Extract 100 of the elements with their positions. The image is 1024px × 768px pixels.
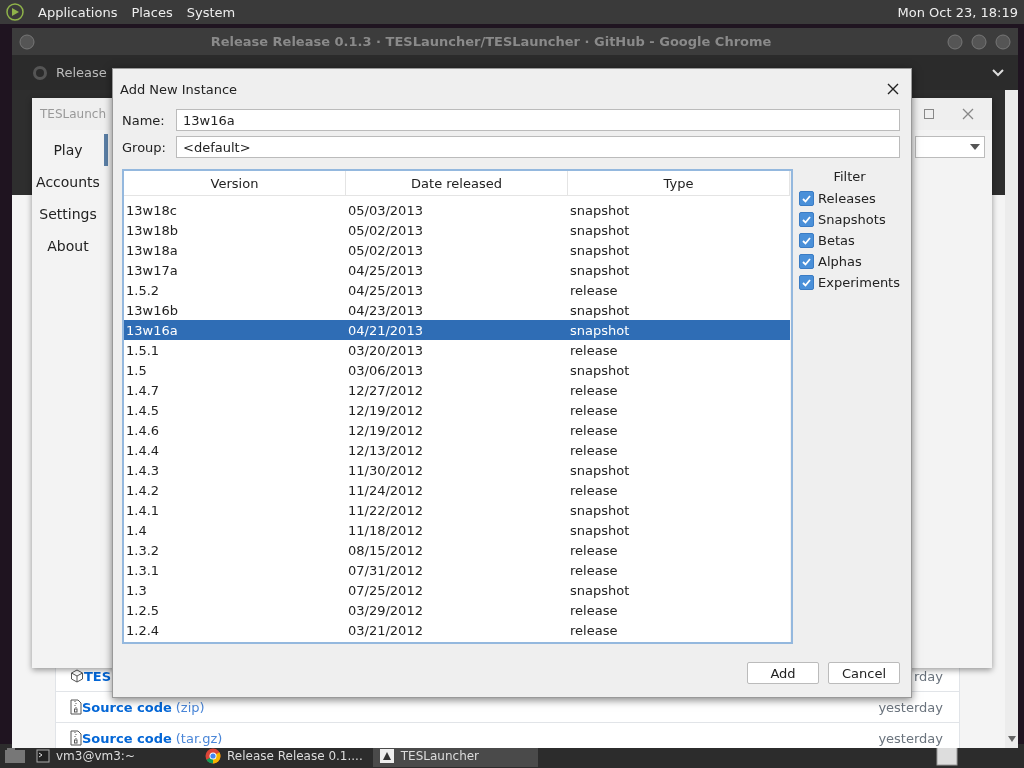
- panel-menu[interactable]: Places: [131, 4, 173, 20]
- table-row[interactable]: 1.2.5 03/29/2012 release: [124, 600, 790, 620]
- table-cell-text: 03/06/2013: [347, 361, 424, 380]
- asset-time: yesterday: [878, 699, 943, 715]
- table-cell-text: 1.4.6: [125, 421, 161, 440]
- table-cell-text: 03/20/2013: [347, 341, 424, 360]
- table-cell-text: release: [569, 481, 619, 500]
- table-row[interactable]: 1.5 03/06/2013 snapshot: [124, 360, 790, 380]
- nav-item[interactable]: Accounts: [32, 166, 108, 198]
- table-cell-text: 13w17a: [125, 261, 179, 280]
- table-cell-text: 13w16a: [125, 321, 179, 340]
- table-cell-text: 07/25/2012: [347, 581, 424, 600]
- nav-item[interactable]: About: [32, 230, 108, 262]
- column-header[interactable]: Version: [124, 171, 346, 195]
- table-cell-text: 1.4.3: [125, 461, 161, 480]
- table-cell-text: 13w18c: [125, 201, 178, 220]
- nav-item[interactable]: Play: [32, 134, 108, 166]
- table-cell-text: 1.3: [125, 581, 148, 600]
- column-header[interactable]: Date released: [346, 171, 568, 195]
- text-field[interactable]: <default>: [176, 136, 900, 158]
- table-row[interactable]: 13w18c 05/03/2013 snapshot: [124, 200, 790, 220]
- table-cell-text: 11/30/2012: [347, 461, 424, 480]
- taskbar-item[interactable]: Release Release 0.1....: [199, 745, 369, 767]
- panel-menu[interactable]: Applications: [38, 4, 118, 20]
- table-row[interactable]: 1.4.3 11/30/2012 snapshot: [124, 460, 790, 480]
- asset-link[interactable]: Source code: [82, 699, 172, 715]
- table-cell-text: 1.4.1: [125, 501, 161, 520]
- taskbar-item[interactable]: vm3@vm3:~: [30, 745, 195, 767]
- table-row[interactable]: 1.4.1 11/22/2012 snapshot: [124, 500, 790, 520]
- table-cell-text: 1.3.2: [125, 541, 161, 560]
- table-cell-text: release: [569, 621, 619, 640]
- table-row[interactable]: 1.4.7 12/27/2012 release: [124, 380, 790, 400]
- table-cell-text: snapshot: [569, 321, 631, 340]
- table-cell-text: 12/19/2012: [347, 421, 424, 440]
- table-cell-text: release: [569, 441, 619, 460]
- table-cell-text: 04/25/2013: [347, 281, 424, 300]
- table-cell-text: snapshot: [569, 221, 631, 240]
- table-cell-text: snapshot: [569, 361, 631, 380]
- table-cell-text: release: [569, 541, 619, 560]
- text-field[interactable]: 13w16a: [176, 109, 900, 131]
- table-row[interactable]: 1.4.5 12/19/2012 release: [124, 400, 790, 420]
- asset-format: (zip): [175, 699, 205, 715]
- table-row[interactable]: 1.4.2 11/24/2012 release: [124, 480, 790, 500]
- table-cell-text: 03/29/2012: [347, 601, 424, 620]
- window-title: Release Release 0.1.3 · TESLauncher/TESLauncher · GitHub - Google Chrome: [209, 34, 773, 49]
- table-row[interactable]: 13w17a 04/25/2013 snapshot: [124, 260, 790, 280]
- filter-title: Filter: [832, 169, 867, 186]
- table-row[interactable]: 1.4.6 12/19/2012 release: [124, 420, 790, 440]
- table-cell-text: release: [569, 281, 619, 300]
- table-row[interactable]: 1.4 11/18/2012 snapshot: [124, 520, 790, 540]
- table-row[interactable]: 1.3.1 07/31/2012 release: [124, 560, 790, 580]
- asset-format: (tar.gz): [175, 730, 223, 746]
- table-row[interactable]: 1.3 07/25/2012 snapshot: [124, 580, 790, 600]
- table-cell-text: release: [569, 421, 619, 440]
- table-cell-text: snapshot: [569, 501, 631, 520]
- table-cell-text: 1.4.4: [125, 441, 161, 460]
- table-row[interactable]: 1.2.4 03/21/2012 release: [124, 620, 790, 640]
- table-cell-text: 12/27/2012: [347, 381, 424, 400]
- table-cell-text: 07/31/2012: [347, 561, 424, 580]
- asset-link[interactable]: Source code: [82, 730, 172, 746]
- table-cell-text: 1.2.4: [125, 621, 161, 640]
- table-cell-text: 1.4.5: [125, 401, 161, 420]
- asset-link[interactable]: TES: [84, 668, 112, 684]
- checkbox-label: Experiments: [818, 275, 900, 290]
- asset-time: yesterday: [878, 730, 943, 746]
- browser-tab[interactable]: Release: [56, 65, 107, 80]
- dialog-button[interactable]: Add: [747, 662, 819, 684]
- table-row[interactable]: 1.5.1 03/20/2013 release: [124, 340, 790, 360]
- table-cell-text: snapshot: [569, 261, 631, 280]
- table-cell-text: 05/02/2013: [347, 221, 424, 240]
- table-cell-text: 04/25/2013: [347, 261, 424, 280]
- table-row[interactable]: 13w18b 05/02/2013 snapshot: [124, 220, 790, 240]
- table-cell-text: 13w18b: [125, 221, 179, 240]
- table-cell-text: 1.4.2: [125, 481, 161, 500]
- checkbox-label: Alphas: [818, 254, 862, 269]
- table-row[interactable]: 13w16b 04/23/2013 snapshot: [124, 300, 790, 320]
- table-row[interactable]: 1.5.2 04/25/2013 release: [124, 280, 790, 300]
- table-row[interactable]: 13w16a 04/21/2013 snapshot: [124, 320, 790, 340]
- window-title: TESLaunch: [40, 107, 106, 121]
- table-row[interactable]: 13w18a 05/02/2013 snapshot: [124, 240, 790, 260]
- table-cell-text: snapshot: [569, 461, 631, 480]
- dialog-button[interactable]: Cancel: [828, 662, 900, 684]
- table-cell-text: 1.3.1: [125, 561, 161, 580]
- table-cell-text: 1.4: [125, 521, 148, 540]
- table-cell-text: 12/19/2012: [347, 401, 424, 420]
- dialog-title: Add New Instance: [120, 81, 238, 97]
- table-cell-text: 13w16b: [125, 301, 179, 320]
- table-cell-text: release: [569, 401, 619, 420]
- table-cell-text: 13w18a: [125, 241, 179, 260]
- table-cell-text: snapshot: [569, 201, 631, 220]
- table-cell-text: 1.4.7: [125, 381, 161, 400]
- table-cell-text: 08/15/2012: [347, 541, 424, 560]
- table-cell-text: release: [569, 561, 619, 580]
- table-row[interactable]: 1.3.2 08/15/2012 release: [124, 540, 790, 560]
- nav-item[interactable]: Settings: [32, 198, 108, 230]
- table-row[interactable]: 1.4.4 12/13/2012 release: [124, 440, 790, 460]
- table-cell-text: 05/03/2013: [347, 201, 424, 220]
- panel-menu[interactable]: System: [186, 4, 236, 20]
- checkbox-label: Betas: [818, 233, 855, 248]
- table-cell-text: 05/02/2013: [347, 241, 424, 260]
